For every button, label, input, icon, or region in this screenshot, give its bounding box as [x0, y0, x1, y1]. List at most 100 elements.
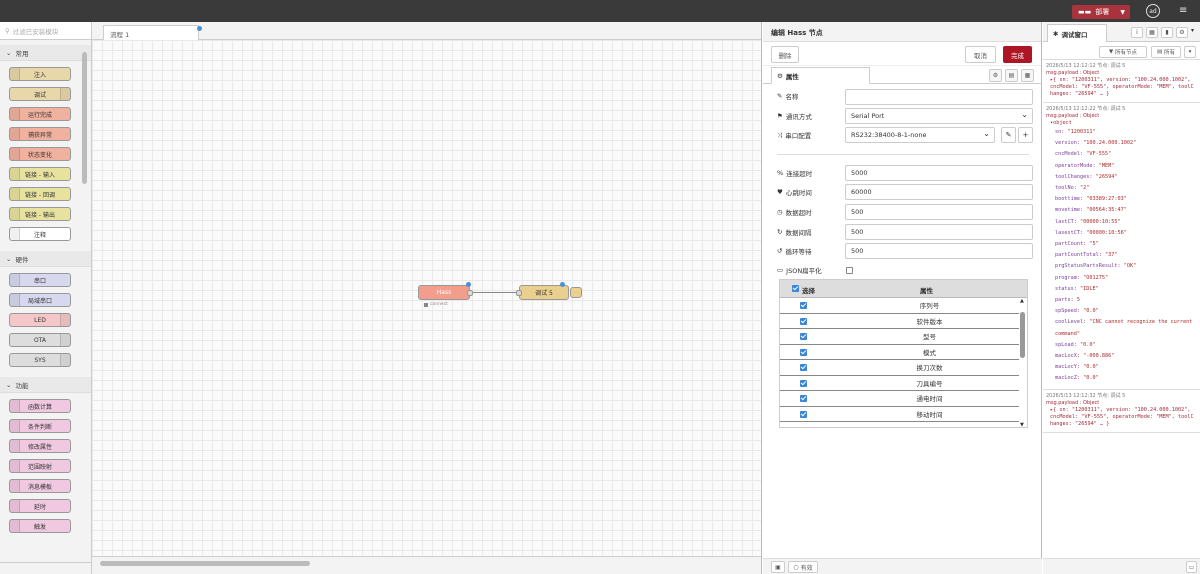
- comm-select[interactable]: Serial Port: [845, 108, 1033, 124]
- tab-debug[interactable]: ✱ 调试窗口: [1047, 24, 1107, 42]
- workspace: 流程 1 Hass connect 调试 5: [92, 22, 762, 574]
- palette-search[interactable]: ⚲ 过滤已安装模块: [0, 22, 91, 40]
- enabled-toggle[interactable]: ○ 有效: [788, 561, 818, 573]
- palette-node[interactable]: 触发: [9, 519, 71, 533]
- sidebar-dropdown-icon[interactable]: ▾: [1191, 27, 1194, 34]
- flow-node-hass[interactable]: Hass: [418, 282, 473, 300]
- appearance-tab-icon[interactable]: ▦: [1021, 69, 1034, 82]
- palette-node[interactable]: 延时: [9, 499, 71, 513]
- palette-node[interactable]: LED: [9, 313, 71, 327]
- output-port[interactable]: [467, 290, 473, 296]
- data-timeout-label: 数据超时: [785, 209, 812, 217]
- comm-label: 通讯方式: [785, 113, 812, 121]
- palette-node[interactable]: 函数计算: [9, 399, 71, 413]
- palette-search-input[interactable]: 过滤已安装模块: [13, 26, 59, 36]
- palette-category-header[interactable]: ⌄ 常用: [0, 45, 91, 61]
- deploy-dropdown-icon[interactable]: ▼: [1120, 9, 1125, 16]
- property-key: spSpeed: [1055, 308, 1077, 315]
- status-indicator: [424, 302, 428, 307]
- context-tab-icon[interactable]: ⚙: [1176, 27, 1188, 38]
- palette-category-header[interactable]: ⌄ 功能: [0, 377, 91, 393]
- debug-toggle-button[interactable]: [570, 287, 582, 298]
- palette-node-label: 条件判断: [27, 423, 52, 431]
- name-input[interactable]: [845, 89, 1033, 105]
- palette-node[interactable]: 串口: [9, 273, 71, 287]
- palette-node[interactable]: 消息模板: [9, 479, 71, 493]
- settings-tab-icon[interactable]: ⚙: [989, 69, 1002, 82]
- select-all-checkbox[interactable]: [792, 285, 799, 292]
- palette-node[interactable]: 修改属性: [9, 439, 71, 453]
- property-value: "0.0": [1083, 364, 1099, 371]
- edit-config-button[interactable]: ✎: [1001, 127, 1016, 143]
- scroll-down-icon[interactable]: ▼: [1020, 422, 1024, 428]
- palette-node[interactable]: 局域串口: [9, 293, 71, 307]
- property-value: "1200311": [1067, 129, 1096, 135]
- open-window-icon[interactable]: ▭: [1186, 561, 1197, 573]
- data-timeout-input[interactable]: 500: [845, 204, 1033, 220]
- palette-node[interactable]: 状态变化: [9, 147, 71, 161]
- book-tab-icon[interactable]: ▦: [1146, 27, 1158, 38]
- add-config-button[interactable]: +: [1018, 127, 1033, 143]
- message-property: lastCT: "00000:10:55": [1055, 217, 1196, 228]
- flow-node-debug[interactable]: 调试 5: [516, 282, 582, 300]
- gear-icon: ⚙: [777, 71, 783, 80]
- palette-node[interactable]: 注入: [9, 67, 71, 81]
- palette-node[interactable]: SYS: [9, 353, 71, 367]
- connect-timeout-input[interactable]: 5000: [845, 165, 1033, 181]
- user-avatar[interactable]: ad: [1146, 4, 1160, 18]
- main-menu-icon[interactable]: ≡: [1179, 6, 1187, 16]
- tab-flow-1[interactable]: 流程 1: [103, 25, 199, 40]
- palette-node[interactable]: 链接 - 输入: [9, 167, 71, 181]
- palette-category-header[interactable]: ⌄ 硬件: [0, 251, 91, 267]
- serial-config-select[interactable]: RS232:38400-8-1-none: [845, 127, 995, 143]
- palette-node[interactable]: 调试: [9, 87, 71, 101]
- palette-node[interactable]: 链接 - 输出: [9, 207, 71, 221]
- filter-nodes-button[interactable]: ▼ 所有节点: [1099, 46, 1147, 58]
- table-scrollbar[interactable]: ▲ ▼: [1020, 298, 1025, 428]
- info-tab-icon[interactable]: i: [1131, 27, 1143, 38]
- filter-all-button[interactable]: ▤ 所有: [1151, 46, 1181, 58]
- done-button[interactable]: 完成: [1003, 46, 1032, 63]
- palette-node[interactable]: 范围映射: [9, 459, 71, 473]
- description-tab-icon[interactable]: ▤: [1005, 69, 1018, 82]
- tab-properties[interactable]: ⚙ 属性: [771, 67, 870, 84]
- debug-sidebar: ✱ 调试窗口 i ▦ ▮ ⚙ ▾ ▼ 所有节点 ▤ 所有 ▾ 2026/5/13…: [1043, 22, 1200, 574]
- scroll-up-icon[interactable]: ▲: [1020, 298, 1024, 304]
- flow-canvas[interactable]: Hass connect 调试 5: [92, 40, 761, 556]
- palette-node[interactable]: 捕获异常: [9, 127, 71, 141]
- toggle-icon: ○: [793, 563, 799, 571]
- input-port[interactable]: [516, 290, 522, 296]
- palette-node[interactable]: 注释: [9, 227, 71, 241]
- message-summary[interactable]: ▸{ sn: "1200311", version: "100.24.000.1…: [1050, 77, 1196, 98]
- message-summary[interactable]: ▸{ sn: "1200311", version: "100.24.000.1…: [1050, 407, 1196, 428]
- config-tab-icon[interactable]: ▮: [1161, 27, 1173, 38]
- loop-wait-input[interactable]: 500: [845, 243, 1033, 259]
- deploy-button[interactable]: ▬▬ 部署 ▼: [1072, 5, 1130, 19]
- delete-button[interactable]: 删除: [771, 46, 799, 63]
- palette-scrollbar[interactable]: [82, 52, 87, 184]
- json-flat-checkbox[interactable]: [846, 267, 853, 274]
- palette-node[interactable]: 链接 - 回调: [9, 187, 71, 201]
- message-expand-toggle[interactable]: ▾object: [1050, 120, 1196, 127]
- horizontal-scrollbar[interactable]: [100, 561, 310, 566]
- message-property: program: "O01275": [1055, 273, 1196, 284]
- palette-node-label: 调试: [33, 91, 46, 99]
- palette-node[interactable]: 条件判断: [9, 419, 71, 433]
- cancel-button[interactable]: 取消: [965, 46, 996, 63]
- message-property: macLocX: "-000.886": [1055, 351, 1196, 362]
- flow-wire[interactable]: [470, 292, 520, 293]
- palette-node[interactable]: 运行完成: [9, 107, 71, 121]
- palette-category-label: 硬件: [15, 255, 29, 264]
- row-property-label: 型号: [923, 333, 936, 342]
- property-value: "OK": [1123, 263, 1137, 270]
- property-table: 选择 属性 序列号 软件版本 型号 模式 换刀次数 刀具编号 通电时间 移动时间 ▲ ▼: [779, 279, 1028, 428]
- debug-node-label: 调试 5: [535, 290, 553, 297]
- clear-messages-button[interactable]: ▾: [1184, 46, 1196, 58]
- data-interval-input[interactable]: 500: [845, 224, 1033, 240]
- palette-node[interactable]: OTA: [9, 333, 71, 347]
- heartbeat-input[interactable]: 60000: [845, 184, 1033, 200]
- table-scroll-thumb[interactable]: [1020, 312, 1025, 358]
- property-key: movetime: [1055, 207, 1080, 214]
- node-help-icon[interactable]: ▣: [771, 561, 785, 573]
- property-value: "00564:35:47": [1086, 207, 1127, 214]
